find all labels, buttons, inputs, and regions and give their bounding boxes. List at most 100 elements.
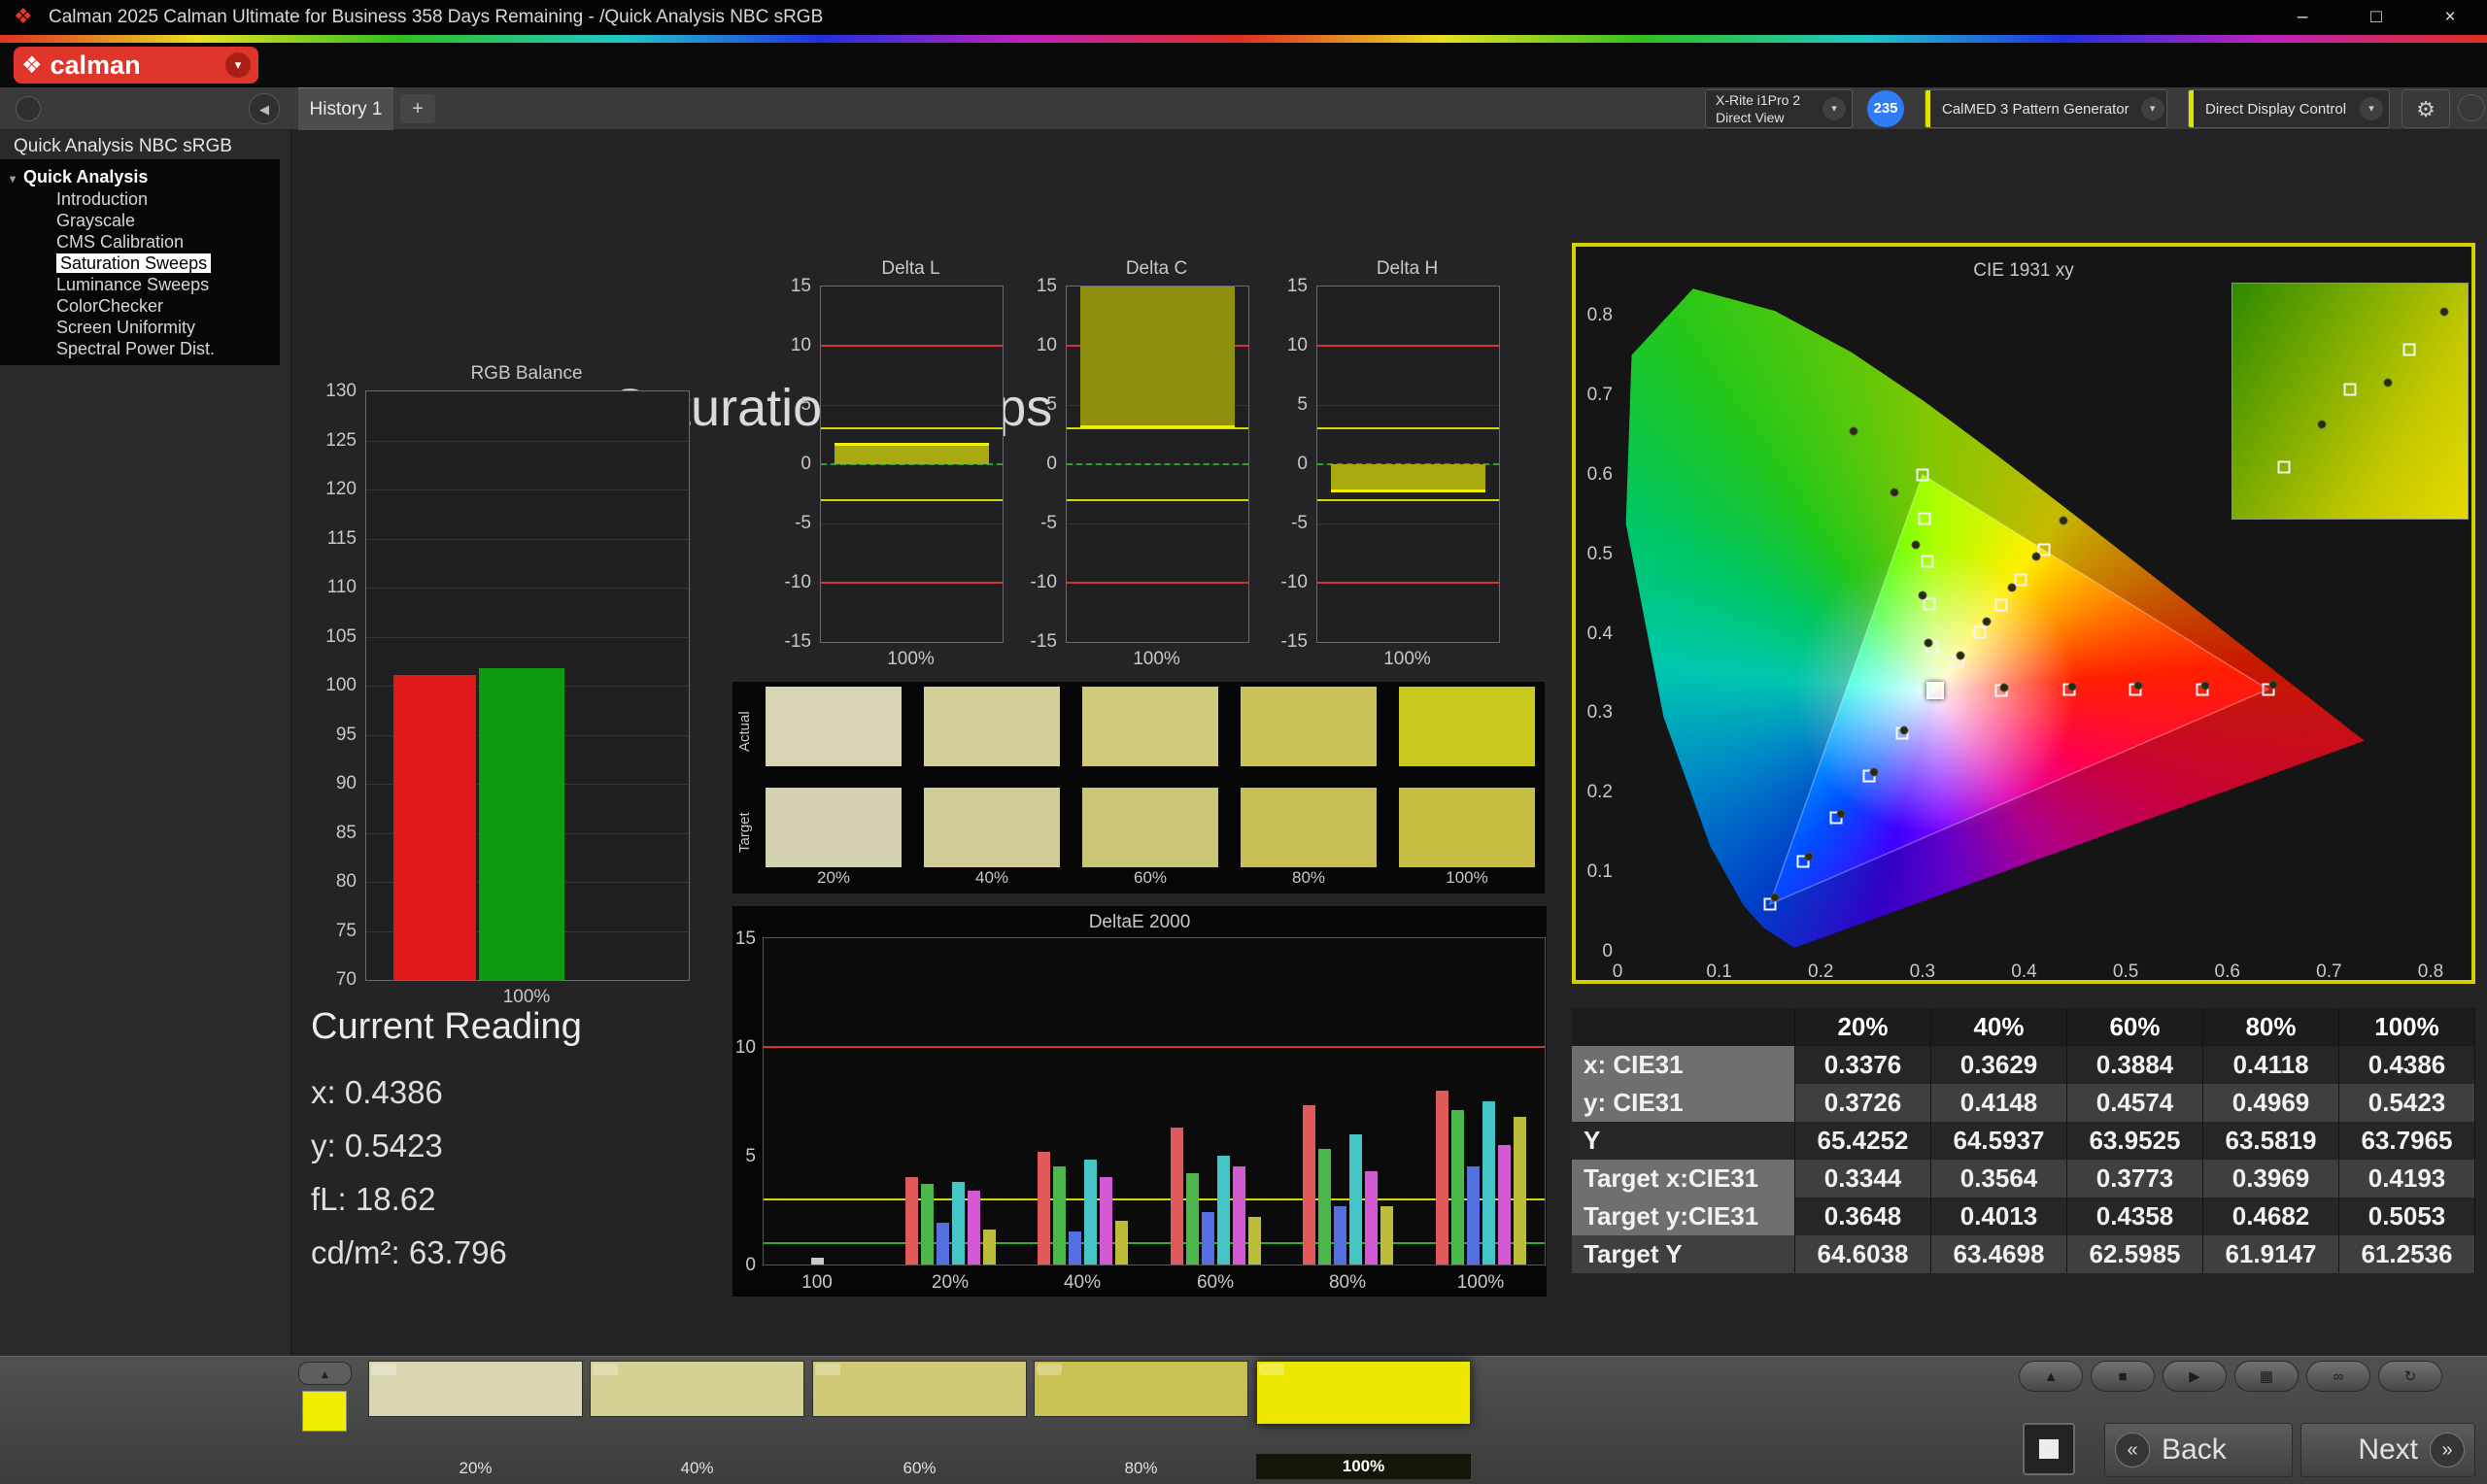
table-row-label: Target Y [1572,1235,1795,1273]
sidebar-item-spectral-power-dist-[interactable]: Spectral Power Dist. [0,338,280,359]
minimize-button[interactable]: – [2266,0,2339,35]
pattern-level-40%[interactable]: 40% [590,1361,804,1481]
actual-swatch-40% [924,687,1060,766]
pattern-level-100%[interactable]: 100% [1256,1361,1471,1481]
pattern-generator-dropdown[interactable]: CalMED 3 Pattern Generator ▾ [1925,89,2167,128]
deltae-bar-cyan [1217,1156,1230,1265]
sidebar-item-grayscale[interactable]: Grayscale [0,210,280,231]
next-button[interactable]: Next » [2300,1423,2475,1477]
sidebar-item-label: Spectral Power Dist. [56,339,215,358]
logo-menu-chevron-icon[interactable]: ▾ [225,52,251,78]
transport-controls: ▲ ■ ▶▦∞ ↻ [2019,1361,2475,1392]
cie-inset-square [2402,343,2415,355]
chevron-down-icon: ▾ [1823,97,1846,120]
deltae-bar-red [1038,1152,1050,1265]
table-column-header: 20% [1795,1008,1931,1046]
pattern-level-notch [1259,1364,1284,1375]
play-button[interactable]: ▶ [2163,1361,2227,1392]
deltae-bar-red [1436,1091,1448,1265]
loop-button[interactable]: ∞ [2306,1361,2370,1392]
rgb-balance-title: RGB Balance [365,363,688,385]
cie-target-square [2015,573,2027,586]
cie-inset-dot [2383,378,2392,387]
table-row: Target x:CIE310.33440.35640.37730.39690.… [1572,1160,2475,1197]
delta-h-title: Delta H [1316,258,1498,280]
deltae-bar-green [1318,1149,1331,1265]
deltae-bar-yellow [1380,1206,1393,1265]
delta-l-x-label: 100% [820,649,1002,670]
cie-inset-square [2278,460,2291,473]
y-axis-tick-label: -15 [1265,631,1308,653]
target-swatch-100% [1399,788,1535,867]
main-content: Saturation Sweeps RGB Balance 7075808590… [291,130,2487,1356]
cie-measured-dot [1869,767,1878,776]
current-reading-block: Current Reading x: 0.4386y: 0.5423fL: 18… [311,1006,582,1279]
add-tab-button[interactable]: + [400,94,435,123]
table-corner-cell [1572,1008,1795,1046]
x-axis-tick-label: 0.2 [1801,961,1840,983]
deltae-bar-blue [1467,1166,1480,1265]
stop-button[interactable]: ■ [2091,1361,2155,1392]
back-button[interactable]: « Back [2104,1423,2293,1477]
sidebar-item-saturation-sweeps[interactable]: Saturation Sweeps [0,253,280,274]
pattern-window-button[interactable] [2023,1423,2075,1475]
y-axis-tick-label: -15 [768,631,811,653]
tab-history-1[interactable]: History 1 [298,87,393,130]
pattern-level-swatch [1034,1361,1248,1417]
swatch-column-label: 40% [924,868,1060,888]
delta-bar-edge [1331,489,1485,492]
limit-line-red [1317,582,1499,584]
pattern-level-label: 20% [368,1459,583,1478]
save-button[interactable]: ▦ [2234,1361,2299,1392]
current-reading-row: y: 0.5423 [311,1119,582,1172]
meter-dropdown-text: X-Rite i1Pro 2 Direct View [1706,91,1823,126]
sidebar-item-luminance-sweeps[interactable]: Luminance Sweeps [0,274,280,295]
cie-measured-dot [1999,684,2008,692]
collapse-button[interactable]: ▲ [2019,1361,2083,1392]
table-cell: 62.5985 [2067,1235,2203,1273]
deltae-bar-green [1451,1110,1464,1265]
refresh-button[interactable]: ↻ [2378,1361,2442,1392]
y-axis-tick-label: 5 [1265,394,1308,416]
tree-root-label: Quick Analysis [23,167,148,186]
sidebar-item-introduction[interactable]: Introduction [0,188,280,210]
y-axis-tick-label: 15 [1265,276,1308,297]
calman-logo-button[interactable]: ❖ calman ▾ [14,47,258,84]
help-circle-button[interactable] [2458,94,2485,121]
y-axis-tick-label: -10 [1265,572,1308,593]
table-cell: 0.4682 [2203,1197,2339,1235]
y-axis-tick-label: -5 [1014,513,1057,534]
tree-root-quick-analysis[interactable]: ▾Quick Analysis [0,165,280,188]
actual-swatch-60% [1082,687,1218,766]
deltae-title: DeltaE 2000 [732,912,1547,933]
meter-status-badge[interactable]: 235 [1867,90,1904,127]
table-cell: 0.3629 [1931,1046,2067,1084]
sidebar-item-colorchecker[interactable]: ColorChecker [0,295,280,317]
delta-c-title: Delta C [1066,258,1247,280]
swatch-row-label-actual: Actual [736,697,758,765]
sidebar-item-screen-uniformity[interactable]: Screen Uniformity [0,317,280,338]
maximize-button[interactable]: □ [2339,0,2413,35]
table-cell: 0.3564 [1931,1160,2067,1197]
pattern-level-60%[interactable]: 60% [812,1361,1027,1481]
pattern-level-20%[interactable]: 20% [368,1361,583,1481]
table-column-header: 100% [2339,1008,2475,1046]
deltae-plot: 05101510020%40%60%80%100% [763,937,1546,1265]
y-axis-tick-label: 125 [302,430,357,452]
meter-dropdown[interactable]: X-Rite i1Pro 2 Direct View ▾ [1705,89,1853,128]
settings-gear-button[interactable]: ⚙ [2402,89,2450,128]
x-axis-tick-label: 0.3 [1903,961,1942,983]
table-cell: 0.4148 [1931,1084,2067,1122]
display-control-dropdown[interactable]: Direct Display Control ▾ [2188,89,2390,128]
sidebar-item-label: ColorChecker [56,296,163,316]
workflow-options-button[interactable] [16,96,41,121]
sidebar-collapse-button[interactable]: ◀ [249,93,280,124]
workflow-tree-items: IntroductionGrayscaleCMS CalibrationSatu… [0,188,280,359]
deltae-bar-magenta [1365,1171,1378,1265]
y-axis-tick-label: 0.4 [1580,624,1613,645]
pattern-level-80%[interactable]: 80% [1034,1361,1248,1481]
close-button[interactable]: × [2413,0,2487,35]
sidebar-item-cms-calibration[interactable]: CMS Calibration [0,231,280,253]
limit-line-yellow [1317,499,1499,501]
table-cell: 0.3773 [2067,1160,2203,1197]
